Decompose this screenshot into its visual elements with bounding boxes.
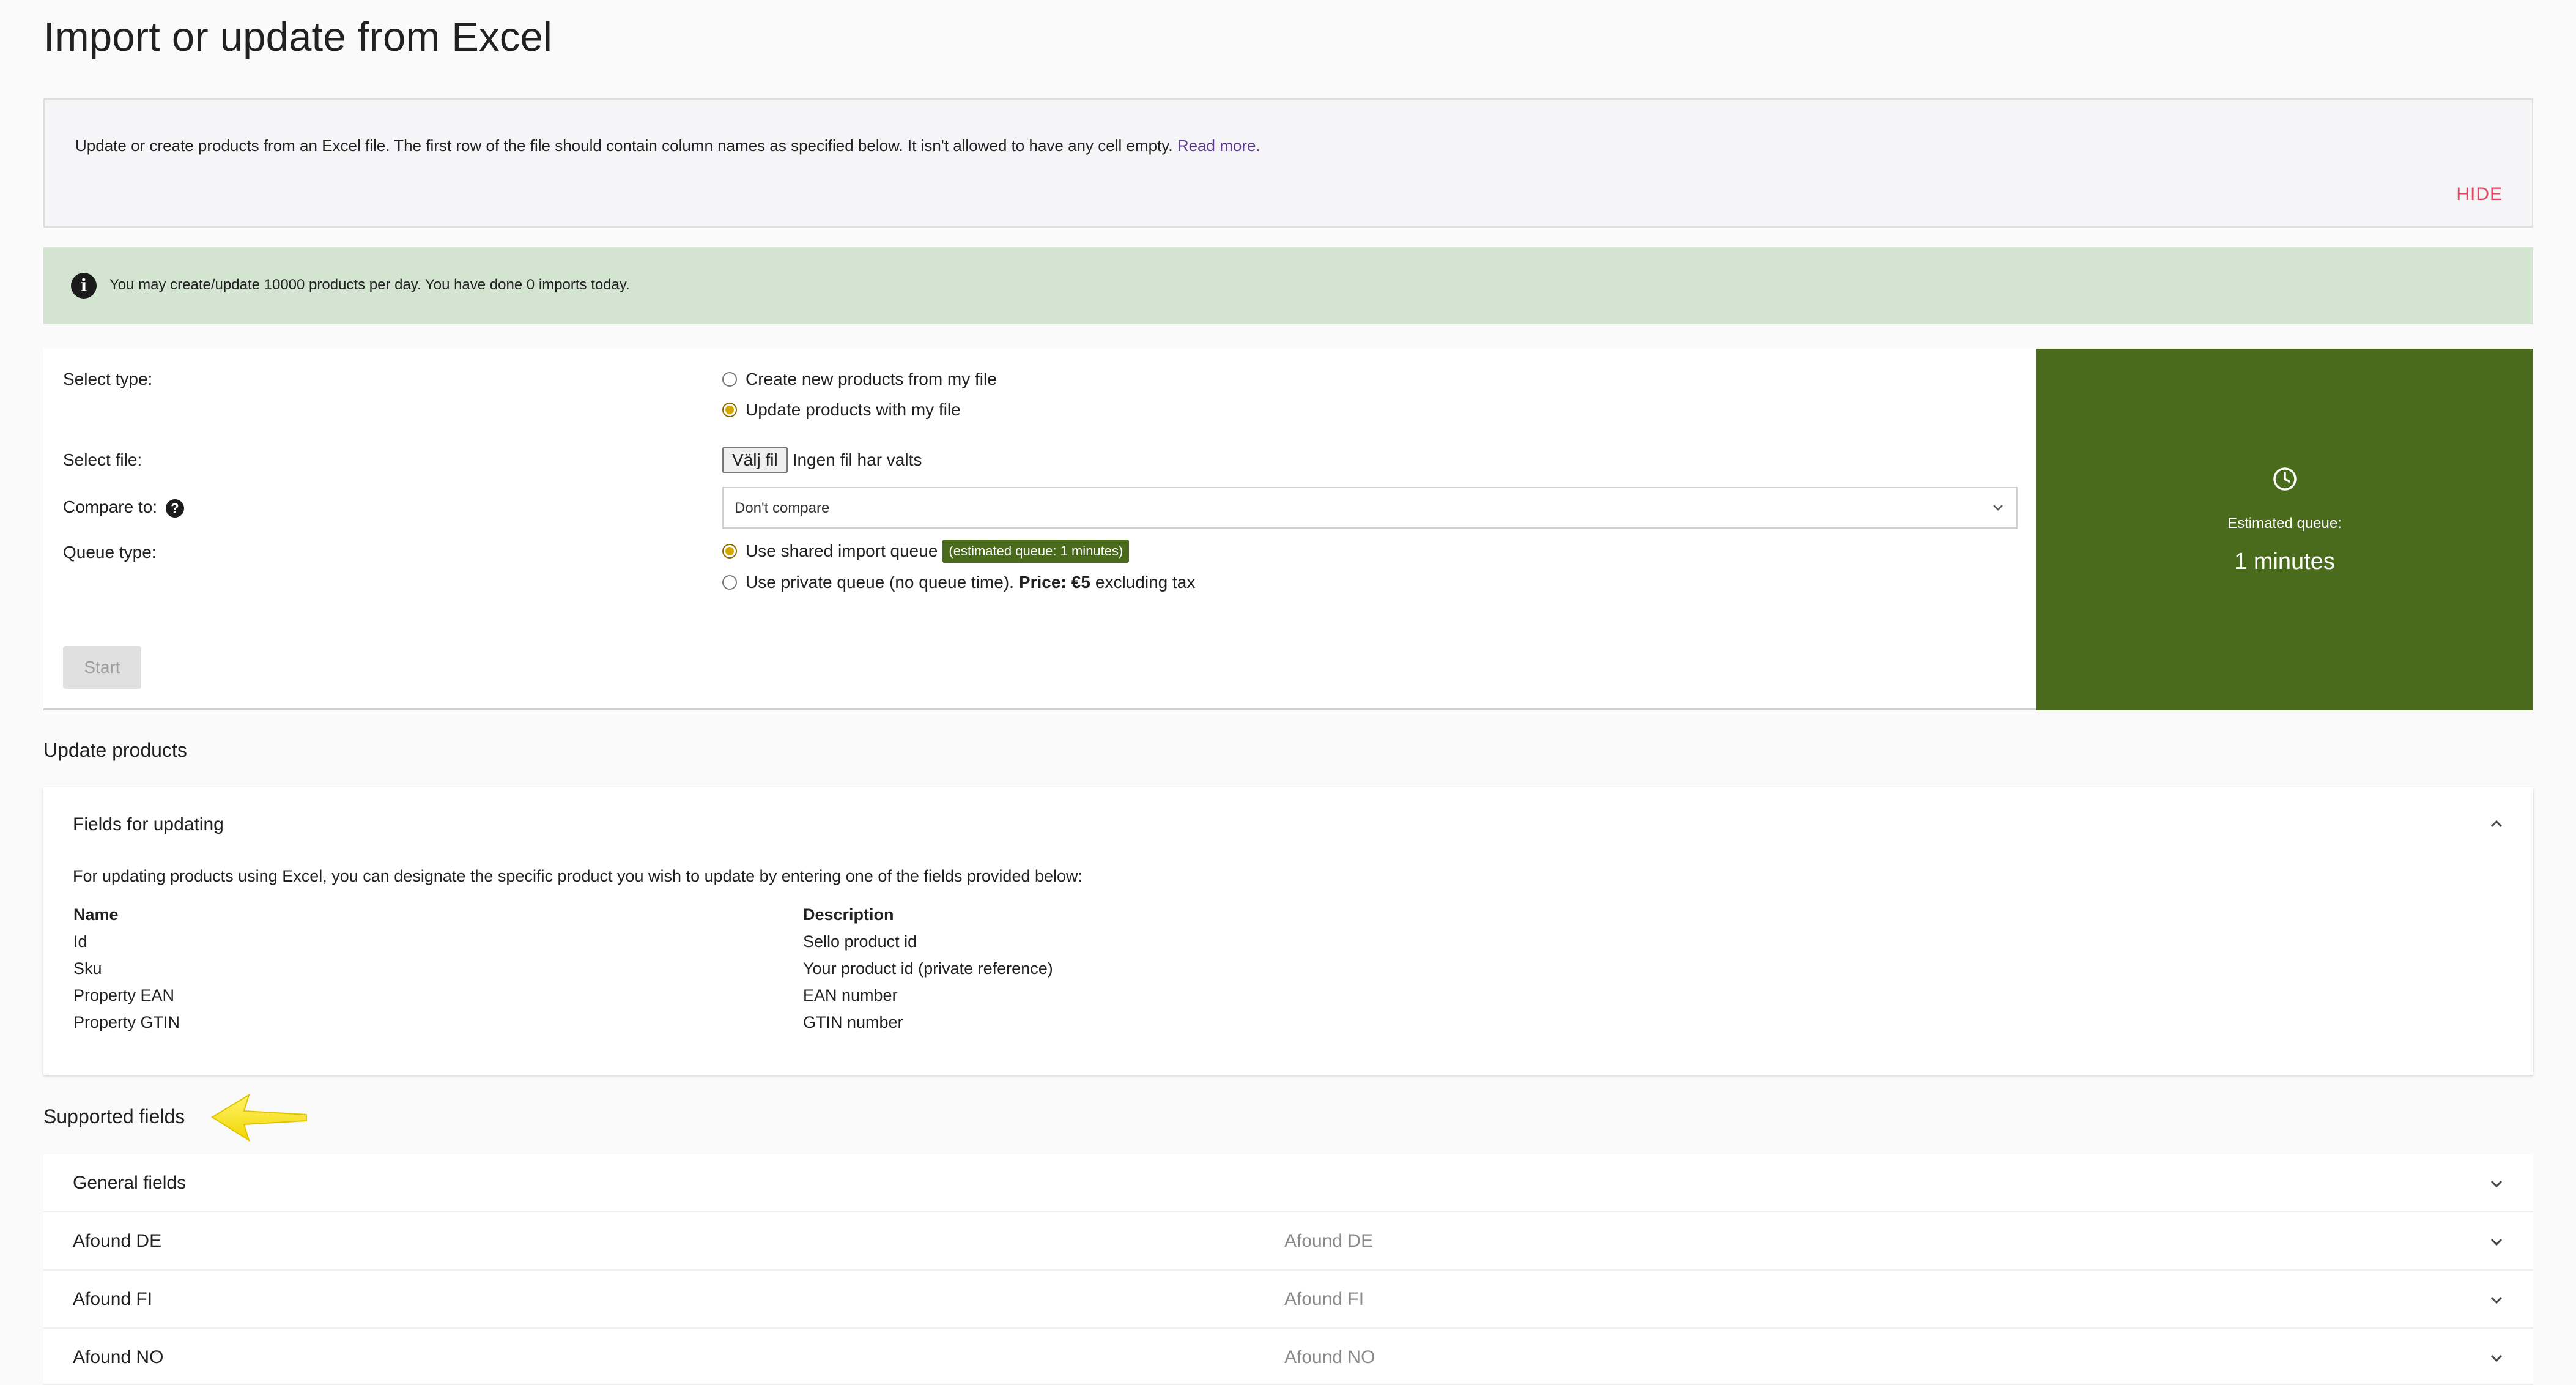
estimated-queue-badge: (estimated queue: 1 minutes) (942, 540, 1130, 563)
table-cell-description: EAN number (803, 986, 898, 1004)
clock-icon (2273, 467, 2297, 491)
table-cell-name: Property EAN (73, 986, 175, 1004)
column-header-description: Description (803, 905, 894, 924)
chevron-down-icon[interactable] (2484, 1230, 2509, 1254)
queue-option-private[interactable]: Use private queue (no queue time). Price… (722, 573, 1195, 592)
column-header-name: Name (73, 905, 119, 924)
import-form: Select type: Create new products from my… (43, 349, 2036, 710)
table-cell-description: Sello product id (803, 932, 917, 951)
table-cell-description: GTIN number (803, 1013, 903, 1031)
price-label: Price: (1018, 573, 1067, 592)
type-update-radio[interactable] (722, 403, 737, 417)
file-picker[interactable]: Välj fil Ingen fil har valts (722, 447, 922, 473)
type-create-radio[interactable] (722, 372, 737, 387)
fields-intro: For updating products using Excel, you c… (73, 867, 1083, 885)
update-products-title: Update products (43, 739, 187, 761)
table-cell-description: Your product id (private reference) (803, 959, 1053, 978)
select-type-label: Select type: (63, 369, 153, 388)
help-icon[interactable]: ? (165, 499, 184, 518)
table-cell-name: Property GTIN (73, 1013, 180, 1031)
row-subtitle: Afound FI (1284, 1289, 1364, 1309)
info-box: Update or create products from an Excel … (43, 98, 2533, 228)
queue-type-label: Queue type: (63, 543, 157, 562)
start-button[interactable]: Start (63, 646, 141, 689)
queue-option-shared[interactable]: Use shared import queue (estimated queue… (722, 540, 1130, 563)
alert-text: You may create/update 10000 products per… (109, 277, 630, 293)
type-option-create[interactable]: Create new products from my file (722, 369, 997, 389)
table-cell-name: Sku (73, 959, 102, 978)
supported-row-afound-de[interactable]: Afound DE Afound DE (43, 1212, 2533, 1271)
info-text: Update or create products from an Excel … (75, 136, 1260, 155)
compare-select[interactable]: Don't compare (722, 487, 2018, 529)
estimated-queue-panel: Estimated queue: 1 minutes (2036, 349, 2533, 710)
queue-shared-label: Use shared import queue (746, 541, 938, 560)
read-more-link[interactable]: Read more. (1177, 136, 1260, 155)
supported-row-afound-fi[interactable]: Afound FI Afound FI (43, 1271, 2533, 1329)
chevron-down-icon[interactable] (2484, 1288, 2509, 1312)
row-subtitle: Afound NO (1284, 1347, 1375, 1367)
info-icon: i (71, 273, 97, 299)
supported-fields-title: Supported fields (43, 1105, 185, 1127)
fields-for-updating-title[interactable]: Fields for updating (73, 814, 224, 835)
quota-alert: i You may create/update 10000 products p… (43, 247, 2533, 324)
info-description: Update or create products from an Excel … (75, 136, 1173, 155)
choose-file-button[interactable]: Välj fil (722, 447, 788, 473)
queue-private-radio[interactable] (722, 575, 737, 590)
row-name: General fields (73, 1173, 187, 1193)
compare-select-value: Don't compare (735, 500, 830, 516)
queue-value: 1 minutes (2234, 549, 2335, 574)
chevron-down-icon[interactable] (2484, 1346, 2509, 1370)
type-create-label: Create new products from my file (746, 369, 997, 388)
compare-to-label: Compare to: ? (63, 497, 184, 518)
compare-label-text: Compare to: (63, 497, 158, 516)
supported-row-general[interactable]: General fields (43, 1154, 2533, 1212)
row-name: Afound FI (73, 1289, 153, 1309)
type-option-update[interactable]: Update products with my file (722, 400, 961, 420)
fields-for-updating-panel: Fields for updating For updating product… (43, 787, 2533, 1075)
page-title: Import or update from Excel (43, 14, 553, 60)
arrow-left-icon (211, 1093, 307, 1142)
hide-button[interactable]: HIDE (2456, 184, 2503, 205)
price-value: €5 (1071, 573, 1090, 592)
chevron-down-icon (1993, 505, 2003, 511)
type-update-label: Update products with my file (746, 400, 961, 419)
queue-label: Estimated queue: (2227, 515, 2342, 532)
row-name: Afound NO (73, 1347, 164, 1367)
queue-private-label: Use private queue (no queue time). (746, 573, 1014, 592)
chevron-up-icon[interactable] (2484, 812, 2509, 836)
queue-shared-radio[interactable] (722, 544, 737, 559)
supported-row-afound-no[interactable]: Afound NO Afound NO (43, 1329, 2533, 1385)
select-file-label: Select file: (63, 450, 142, 469)
file-status: Ingen fil har valts (792, 450, 922, 469)
chevron-down-icon[interactable] (2484, 1171, 2509, 1196)
price-suffix: excluding tax (1095, 573, 1196, 592)
table-cell-name: Id (73, 932, 87, 951)
row-name: Afound DE (73, 1231, 162, 1251)
row-subtitle: Afound DE (1284, 1231, 1374, 1251)
